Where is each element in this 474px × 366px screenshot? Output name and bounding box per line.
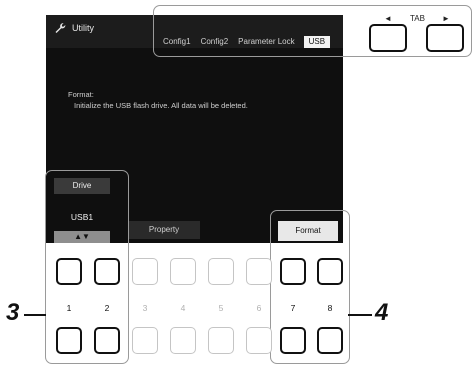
- button-number-2: 2: [104, 303, 110, 313]
- tab-right-button[interactable]: [426, 24, 464, 52]
- lower-button-7[interactable]: [280, 327, 306, 354]
- lower-button-5[interactable]: [208, 327, 234, 354]
- lower-button-8[interactable]: [317, 327, 343, 354]
- property-button[interactable]: Property: [128, 221, 200, 239]
- button-number-3: 3: [142, 303, 148, 313]
- tab-nav-label: TAB: [410, 14, 425, 23]
- upper-button-6[interactable]: [246, 258, 272, 285]
- lower-button-2[interactable]: [94, 327, 120, 354]
- upper-button-4[interactable]: [170, 258, 196, 285]
- tab-left-arrow-caption: ◄: [384, 14, 392, 23]
- message-heading: Format:: [68, 90, 94, 99]
- button-number-7: 7: [290, 303, 296, 313]
- format-message: Format: Initialize the USB flash drive. …: [68, 89, 248, 111]
- upper-button-1[interactable]: [56, 258, 82, 285]
- lower-button-3[interactable]: [132, 327, 158, 354]
- callout-3-leader-line: [24, 314, 46, 316]
- button-number-4: 4: [180, 303, 186, 313]
- upper-button-3[interactable]: [132, 258, 158, 285]
- button-number-1: 1: [66, 303, 72, 313]
- tab-callout-frame: [153, 5, 472, 57]
- callout-number-4: 4: [375, 299, 389, 326]
- callout-4-leader-line: [348, 314, 372, 316]
- tab-left-button[interactable]: [369, 24, 407, 52]
- button-number-8: 8: [327, 303, 333, 313]
- button-number-6: 6: [256, 303, 262, 313]
- tab-right-arrow-caption: ►: [442, 14, 450, 23]
- page-title: Utility: [72, 23, 94, 33]
- upper-button-5[interactable]: [208, 258, 234, 285]
- lower-button-6[interactable]: [246, 327, 272, 354]
- upper-button-2[interactable]: [94, 258, 120, 285]
- wrench-icon: [55, 23, 66, 33]
- upper-button-7[interactable]: [280, 258, 306, 285]
- lower-button-1[interactable]: [56, 327, 82, 354]
- callout-number-3: 3: [6, 299, 20, 326]
- lower-button-4[interactable]: [170, 327, 196, 354]
- upper-button-8[interactable]: [317, 258, 343, 285]
- button-number-5: 5: [218, 303, 224, 313]
- message-body: Initialize the USB flash drive. All data…: [74, 101, 248, 110]
